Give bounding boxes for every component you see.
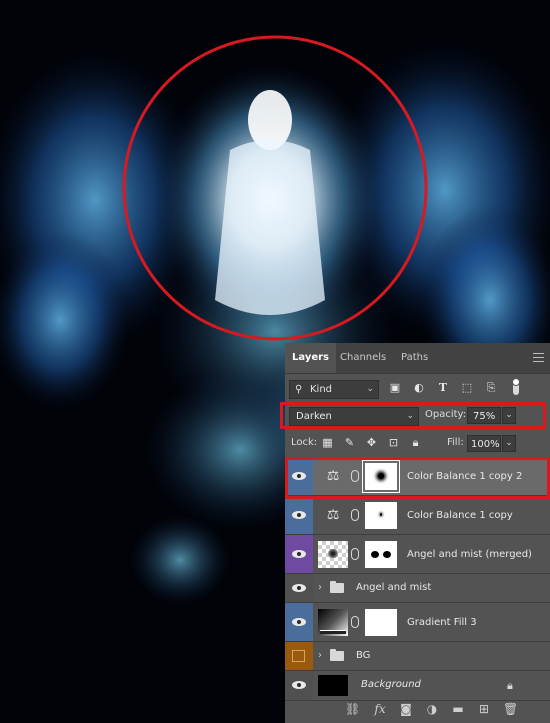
tab-channels[interactable]: Channels bbox=[340, 343, 386, 373]
lock-row: Lock: ▦ ✎ ✥ ⊡ 🔒︎ Fill: 100% ⌄ bbox=[285, 432, 550, 454]
chain-icon[interactable] bbox=[351, 548, 359, 560]
eye-icon bbox=[292, 618, 306, 626]
layer-mask-thumbnail[interactable] bbox=[365, 609, 397, 636]
delete-icon[interactable]: 🗑︎ bbox=[503, 702, 518, 716]
folder-icon bbox=[330, 649, 344, 661]
fill-label: Fill: bbox=[447, 437, 464, 448]
layer-mask-thumbnail[interactable] bbox=[365, 541, 397, 568]
layer-name: Background bbox=[361, 679, 421, 690]
new-group-icon[interactable]: ▬ bbox=[451, 702, 465, 716]
scales-icon: ⚖ bbox=[326, 468, 340, 484]
gradient-thumbnail[interactable] bbox=[318, 609, 348, 636]
layer-thumbnail[interactable] bbox=[318, 541, 348, 568]
layers-panel: Layers Channels Paths ⚲ Kind ⌄ ▣ ◐ T ⬚ ⎘… bbox=[280, 343, 550, 723]
type-filter-icon[interactable]: T bbox=[437, 382, 449, 394]
group-row[interactable]: › Angel and mist bbox=[285, 574, 550, 603]
layer-row[interactable]: ⚖ Color Balance 1 copy 2 bbox=[285, 457, 550, 496]
lock-paint-icon[interactable]: ✎ bbox=[343, 436, 356, 449]
visibility-toggle[interactable] bbox=[285, 535, 313, 573]
panel-bottom-bar: ⛓ fx ◙ ◑ ▬ ⊞ 🗑︎ bbox=[285, 695, 550, 723]
eye-icon bbox=[292, 681, 306, 689]
layer-row[interactable]: Angel and mist (merged) bbox=[285, 535, 550, 574]
blend-highlight-box bbox=[280, 402, 546, 429]
eye-icon bbox=[292, 511, 306, 519]
chain-icon[interactable] bbox=[351, 470, 359, 482]
kind-filter-select[interactable]: ⚲ Kind ⌄ bbox=[289, 380, 379, 399]
visibility-toggle[interactable] bbox=[285, 603, 313, 641]
angel-figure bbox=[155, 65, 385, 335]
layer-mask-thumbnail[interactable] bbox=[362, 460, 400, 493]
fill-input[interactable]: 100% bbox=[467, 435, 501, 452]
layer-mask-thumbnail[interactable] bbox=[365, 502, 397, 529]
add-mask-icon[interactable]: ◙ bbox=[399, 702, 413, 716]
filter-toggle[interactable] bbox=[512, 378, 520, 395]
layer-name: BG bbox=[356, 650, 371, 661]
eye-icon bbox=[292, 584, 306, 592]
scales-icon: ⚖ bbox=[326, 507, 340, 523]
layer-list: ⚖ Color Balance 1 copy 2 ⚖ Color Balance… bbox=[285, 457, 550, 701]
smart-object-filter-icon[interactable]: ⎘ bbox=[485, 382, 497, 394]
visibility-toggle[interactable] bbox=[285, 457, 313, 495]
link-layers-icon[interactable]: ⛓ bbox=[345, 702, 360, 716]
chain-icon[interactable] bbox=[351, 509, 359, 521]
image-filter-icon[interactable]: ▣ bbox=[389, 382, 401, 394]
eye-icon bbox=[292, 550, 306, 558]
layer-name: Color Balance 1 copy bbox=[407, 510, 513, 521]
filter-row: ⚲ Kind ⌄ ▣ ◐ T ⬚ ⎘ bbox=[289, 378, 550, 399]
panel-tabs: Layers Channels Paths bbox=[285, 343, 550, 374]
kind-filter-label: Kind bbox=[310, 384, 333, 395]
fx-icon[interactable]: fx bbox=[373, 702, 387, 716]
tab-paths[interactable]: Paths bbox=[401, 343, 428, 373]
chevron-down-icon: ⌄ bbox=[366, 384, 374, 394]
tab-layers[interactable]: Layers bbox=[285, 343, 336, 373]
fill-dropdown-button[interactable]: ⌄ bbox=[502, 435, 516, 452]
layer-name: Color Balance 1 copy 2 bbox=[407, 471, 523, 482]
chevron-right-icon[interactable]: › bbox=[318, 582, 322, 593]
adjustment-filter-icon[interactable]: ◐ bbox=[413, 382, 425, 394]
eye-icon bbox=[292, 472, 306, 480]
new-adjustment-icon[interactable]: ◑ bbox=[425, 702, 439, 716]
group-row[interactable]: › BG bbox=[285, 642, 550, 671]
layer-row[interactable]: ⚖ Color Balance 1 copy bbox=[285, 496, 550, 535]
lock-label: Lock: bbox=[291, 437, 318, 448]
layer-name: Angel and mist (merged) bbox=[407, 549, 532, 560]
layer-name: Gradient Fill 3 bbox=[407, 617, 477, 628]
visibility-toggle[interactable] bbox=[285, 496, 313, 534]
layer-thumbnail[interactable] bbox=[318, 675, 348, 696]
visibility-toggle[interactable] bbox=[285, 642, 313, 670]
chevron-right-icon[interactable]: › bbox=[318, 650, 322, 661]
hidden-visibility-icon bbox=[292, 650, 305, 662]
lock-transparent-icon[interactable]: ▦ bbox=[321, 436, 334, 449]
chain-icon[interactable] bbox=[351, 616, 359, 628]
panel-menu-icon[interactable] bbox=[533, 353, 544, 362]
lock-icon: 🔒︎ bbox=[507, 679, 513, 692]
lock-move-icon[interactable]: ✥ bbox=[365, 436, 378, 449]
search-icon: ⚲ bbox=[295, 384, 303, 395]
shape-filter-icon[interactable]: ⬚ bbox=[461, 382, 473, 394]
lock-all-icon[interactable]: 🔒︎ bbox=[409, 436, 422, 449]
lock-artboard-icon[interactable]: ⊡ bbox=[387, 436, 400, 449]
new-layer-icon[interactable]: ⊞ bbox=[477, 702, 491, 716]
visibility-toggle[interactable] bbox=[285, 574, 313, 602]
layer-name: Angel and mist bbox=[356, 582, 432, 593]
folder-icon bbox=[330, 581, 344, 593]
blend-row: Darken ⌄ Opacity: 75% ⌄ bbox=[280, 402, 550, 429]
layer-row[interactable]: Gradient Fill 3 bbox=[285, 603, 550, 642]
